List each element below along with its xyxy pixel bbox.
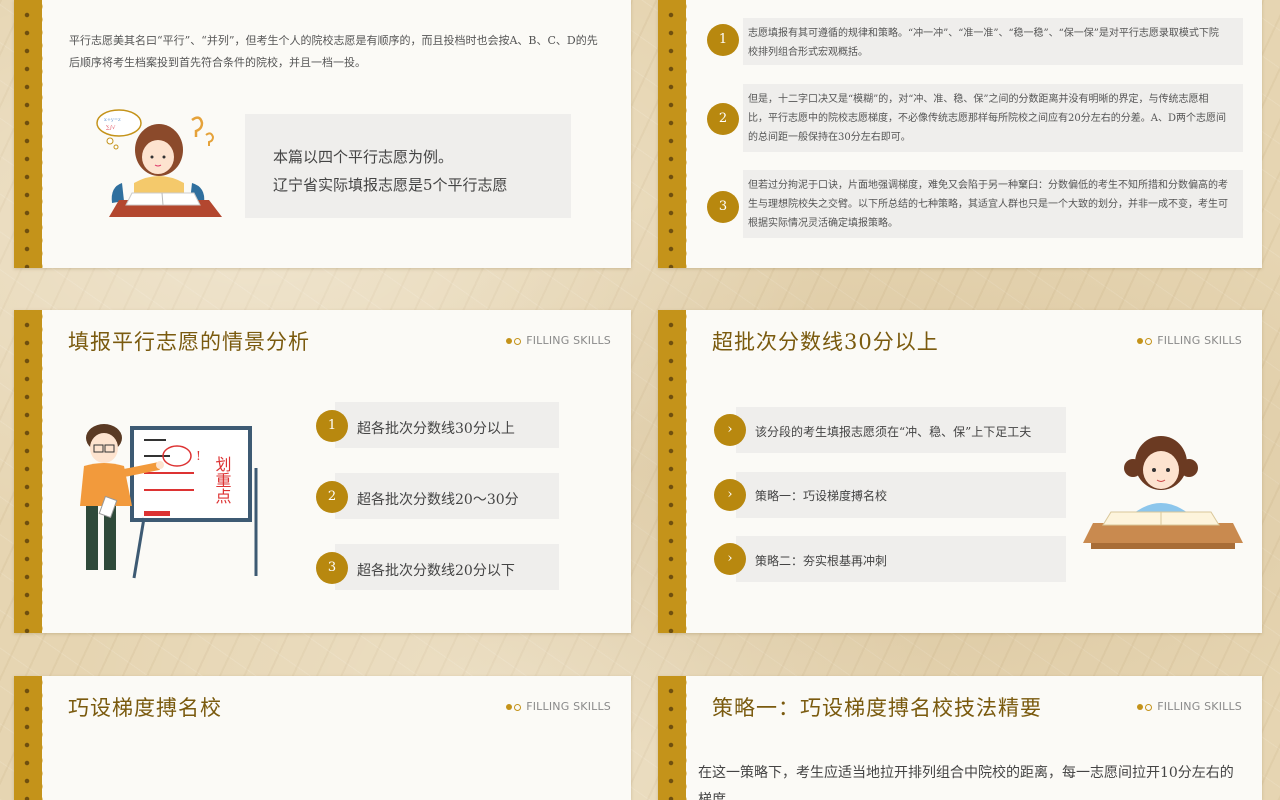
accent-dot-icon [1137, 704, 1144, 710]
example-note-box: 本篇以四个平行志愿为例。 辽宁省实际填报志愿是5个平行志愿 [245, 114, 571, 218]
accent-dot-icon [1137, 338, 1144, 344]
filling-skills-label: FILLING SKILLS [1137, 334, 1242, 347]
filling-skills-text: FILLING SKILLS [1157, 334, 1242, 347]
teacher-whiteboard-illustration: ! 划重点 [80, 424, 258, 579]
torn-paper-strip [14, 0, 48, 268]
step-2-badge: 2 [707, 103, 739, 135]
ring-dot-icon [1145, 703, 1153, 711]
scenario-1-text: 超各批次分数线30分以上 [357, 421, 515, 437]
girl-reading-illustration: x+y=z ∑∫√ [96, 109, 222, 217]
step-3-badge: 3 [707, 191, 739, 223]
ring-dot-icon [514, 337, 522, 345]
scenario-3-text: 超各批次分数线20分以下 [357, 563, 515, 579]
slide-title: 填报平行志愿的情景分析 [68, 330, 310, 354]
filling-skills-label: FILLING SKILLS [506, 334, 611, 347]
torn-paper-strip [658, 310, 692, 633]
chevron-right-icon[interactable]: › [714, 543, 746, 575]
strategy-text-3: 但若过分拘泥于口诀，片面地强调梯度，难免又会陷于另一种窠臼：分数偏低的考生不知所… [748, 180, 1228, 229]
chevron-right-icon[interactable]: › [714, 479, 746, 511]
note-line-1: 本篇以四个平行志愿为例。 [273, 148, 454, 166]
svg-text:∑∫√: ∑∫√ [106, 125, 116, 131]
note-line-2: 辽宁省实际填报志愿是5个平行志愿 [273, 176, 508, 194]
slide-title: 超批次分数线30分以上 [712, 330, 939, 354]
ring-dot-icon [514, 703, 522, 711]
filling-skills-text: FILLING SKILLS [1157, 700, 1242, 713]
slide-5[interactable]: 巧设梯度搏名校 FILLING SKILLS [14, 676, 631, 800]
torn-paper-strip [14, 676, 48, 800]
accent-dot-icon [506, 704, 513, 710]
slide-title: 巧设梯度搏名校 [68, 696, 222, 720]
accent-dot-icon [506, 338, 513, 344]
strategy-row-1-text: 该分段的考生填报志愿须在“冲、稳、保”上下足工夫 [755, 425, 1032, 439]
slide6-paragraph: 在这一策略下，考生应适当地拉开排列组合中院校的距离，每一志愿间拉开10分左右的梯… [698, 765, 1234, 800]
filling-skills-label: FILLING SKILLS [1137, 700, 1242, 713]
girl-writing-illustration [1083, 436, 1243, 549]
filling-skills-text: FILLING SKILLS [526, 700, 611, 713]
ring-dot-icon [1145, 337, 1153, 345]
scenario-2-badge: 2 [316, 481, 348, 513]
strategy-text-2: 但是，十二字口决又是“模糊”的，对“冲、准、稳、保”之间的分数距离并没有明晰的界… [748, 94, 1226, 143]
slide-1[interactable]: 平行志愿美其名曰“平行”、“并列”，但考生个人的院校志愿是有顺序的，而且投档时也… [14, 0, 631, 268]
slide-title: 策略一：巧设梯度搏名校技法精要 [712, 696, 1042, 720]
scenario-2-text: 超各批次分数线20～30分 [357, 492, 519, 508]
slide-3[interactable]: 填报平行志愿的情景分析 FILLING SKILLS ! 划重点 1 超各批次分… [14, 310, 631, 633]
chevron-right-icon[interactable]: › [714, 414, 746, 446]
strategy-row-2-text: 策略一：巧设梯度搏名校 [755, 489, 888, 503]
strategy-row-3-text: 策略二：夯实根基再冲刺 [755, 554, 888, 568]
torn-paper-strip [658, 676, 692, 800]
slide1-paragraph: 平行志愿美其名曰“平行”、“并列”，但考生个人的院校志愿是有顺序的，而且投档时也… [69, 34, 598, 69]
strategy-text-1: 志愿填报有其可遵循的规律和策略。“冲一冲”、“准一准”、“稳一稳”、“保一保”是… [748, 28, 1219, 58]
torn-paper-strip [658, 0, 692, 268]
filling-skills-text: FILLING SKILLS [526, 334, 611, 347]
slide-6[interactable]: 策略一：巧设梯度搏名校技法精要 FILLING SKILLS 在这一策略下，考生… [658, 676, 1262, 800]
svg-text:!: ! [196, 449, 201, 463]
step-1-badge: 1 [707, 24, 739, 56]
scenario-1-badge: 1 [316, 410, 348, 442]
board-text: 划重点 [213, 456, 232, 504]
svg-text:x+y=z: x+y=z [104, 117, 121, 123]
scenario-3-badge: 3 [316, 552, 348, 584]
torn-paper-strip [14, 310, 48, 633]
filling-skills-label: FILLING SKILLS [506, 700, 611, 713]
slide-4[interactable]: 超批次分数线30分以上 FILLING SKILLS › 该分段的考生填报志愿须… [658, 310, 1262, 633]
slide-2[interactable]: 1 志愿填报有其可遵循的规律和策略。“冲一冲”、“准一准”、“稳一稳”、“保一保… [658, 0, 1262, 268]
